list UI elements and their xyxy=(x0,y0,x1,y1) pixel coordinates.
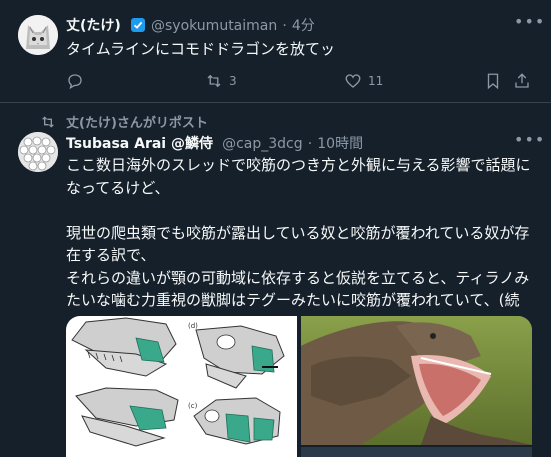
skull-diagram-image[interactable]: (d) (c) xyxy=(66,316,297,457)
tweet-1[interactable]: 丈(たけ) @syokumutaiman · 4分 ••• タイムラインにコモド… xyxy=(0,0,551,102)
display-name[interactable]: 丈(たけ) xyxy=(66,18,121,34)
reply-button[interactable] xyxy=(66,72,84,90)
avatar[interactable] xyxy=(18,132,58,172)
separator-dot: · xyxy=(307,136,313,152)
cat-avatar-image xyxy=(18,15,58,55)
retweet-count: 3 xyxy=(229,74,237,88)
text-line xyxy=(66,199,546,222)
reply-icon xyxy=(68,74,82,90)
timestamp[interactable]: 4分 xyxy=(292,18,315,34)
figure-label-b: (d) xyxy=(188,322,198,330)
tweet-text: ここ数日海外のスレッドで咬筋のつき方と外観に与える影響で話題に なってるけど、 … xyxy=(66,154,546,312)
timestamp[interactable]: 10時間 xyxy=(317,136,363,152)
text-line: それらの違いが顎の可動域に依存すると仮説を立てると、ティラノみ xyxy=(66,268,530,287)
text-line: なってるけど、 xyxy=(66,178,170,197)
scales-avatar-image xyxy=(18,132,58,172)
display-name[interactable]: Tsubasa Arai @鱗侍 xyxy=(66,136,213,152)
like-count: 11 xyxy=(368,74,384,88)
bookmark-button[interactable] xyxy=(484,72,502,90)
komodo-dragon-image xyxy=(301,316,532,445)
more-options-icon[interactable]: ••• xyxy=(514,12,545,31)
retweet-icon xyxy=(207,74,221,88)
skull-diagram-figure: (d) (c) xyxy=(71,317,285,447)
handle[interactable]: @syokumutaiman xyxy=(151,18,277,34)
text-line: 在する訳で、 xyxy=(66,246,156,264)
tweet-text: タイムラインにコモドドラゴンを放てッ xyxy=(66,40,335,58)
bookmark-icon xyxy=(487,73,499,90)
text-line: 現世の爬虫類でも咬筋が露出している奴と咬筋が覆われている奴が存 xyxy=(66,223,530,242)
retweet-button[interactable]: 3 xyxy=(205,72,237,90)
tweet-2[interactable]: Tsubasa Arai @鱗侍 @cap_3dcg · 10時間 ••• ここ… xyxy=(0,126,551,457)
share-icon xyxy=(515,73,529,88)
avatar[interactable] xyxy=(18,15,58,55)
tweet-divider xyxy=(0,102,551,103)
separator-dot: · xyxy=(282,18,287,34)
text-line: たいな噛む力重視の獣脚はテグーみたいに咬筋が覆われていて、(続 xyxy=(66,291,520,309)
text-line: ここ数日海外のスレッドで咬筋のつき方と外観に与える影響で話題に xyxy=(66,156,531,174)
handle[interactable]: @cap_3dcg xyxy=(222,136,303,152)
share-button[interactable] xyxy=(513,72,531,90)
heart-icon xyxy=(345,74,361,88)
third-media-thumbnail[interactable] xyxy=(301,447,532,457)
komodo-dragon-photo[interactable] xyxy=(301,316,532,445)
figure-label-c: (c) xyxy=(188,402,198,410)
verified-badge-icon xyxy=(130,18,145,32)
like-button[interactable]: 11 xyxy=(344,72,383,90)
more-options-icon[interactable]: ••• xyxy=(514,130,545,149)
